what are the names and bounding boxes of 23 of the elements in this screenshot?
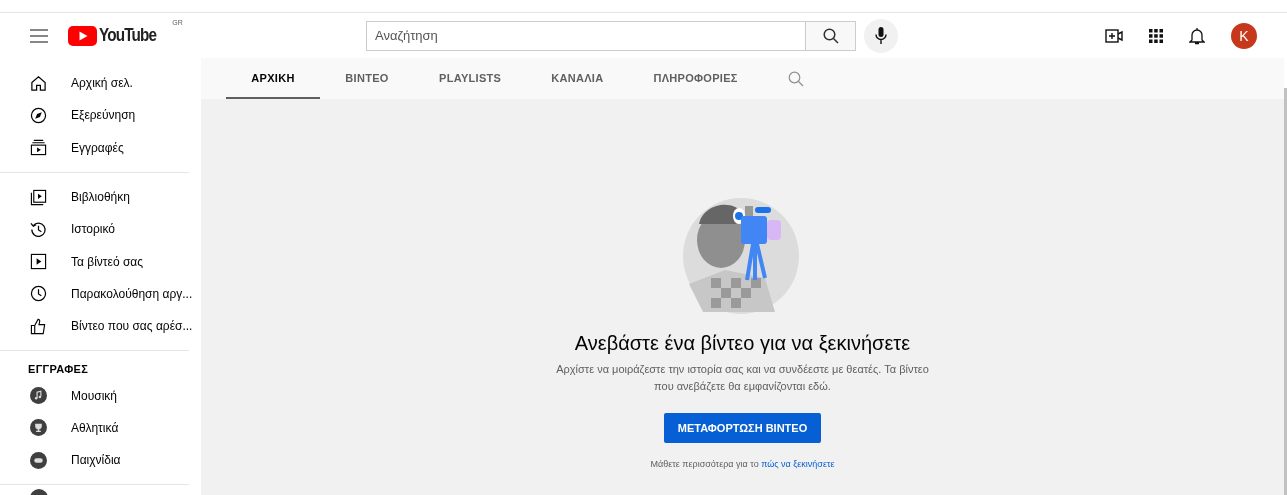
account-avatar[interactable]: K xyxy=(1231,22,1257,49)
channel-tab[interactable]: ΒΙΝΤΕΟ xyxy=(320,58,414,99)
channel-tab[interactable]: PLAYLISTS xyxy=(414,58,527,99)
logo-text[interactable]: YouTube xyxy=(99,25,157,46)
empty-state-description: Αρχίστε να μοιράζεστε την ιστορία σας και να συνδέεστε με θεατές. Τα βίντεο που ανεβάζετε θα εμφανίζονται εδώ. xyxy=(555,362,930,394)
help-link[interactable]: πώς να ξεκινήσετε xyxy=(761,459,835,469)
sidebar-item[interactable]: Εγγραφές xyxy=(0,131,189,164)
sidebar-item[interactable]: Μουσική xyxy=(0,379,189,412)
upload-video-button[interactable]: ΜΕΤΑΦΟΡΤΩΣΗ ΒΙΝΤΕΟ xyxy=(663,413,822,443)
sidebar-item[interactable]: Ιστορικό xyxy=(0,213,189,246)
sidebar-item[interactable]: Αθλητικά xyxy=(0,411,189,444)
search-field[interactable]: Αναζήτηση xyxy=(366,20,806,51)
section-heading: ΕΓΓΡΑΦΕΣ xyxy=(27,362,90,378)
help-text: Μάθετε περισσότερα για το xyxy=(650,459,759,469)
empty-state-title: Ανεβάστε ένα βίντεο για να ξεκινήσετε xyxy=(574,332,911,355)
channel-tab[interactable]: ΑΡΧΙΚΗ xyxy=(226,58,320,99)
sidebar-item[interactable]: Εξερεύνηση xyxy=(0,99,189,132)
sidebar-item[interactable]: Τα βίντεό σας xyxy=(0,245,189,278)
sidebar-item[interactable]: Αρχική σελ. xyxy=(0,67,189,100)
sidebar-item[interactable]: Παιχνίδια xyxy=(0,443,189,477)
channel-tab[interactable]: ΠΛΗΡΟΦΟΡΙΕΣ xyxy=(628,58,763,99)
channel-tab[interactable]: ΚΑΝΑΛΙΑ xyxy=(526,58,629,99)
sidebar-item[interactable]: Βιβλιοθήκη xyxy=(0,180,189,214)
